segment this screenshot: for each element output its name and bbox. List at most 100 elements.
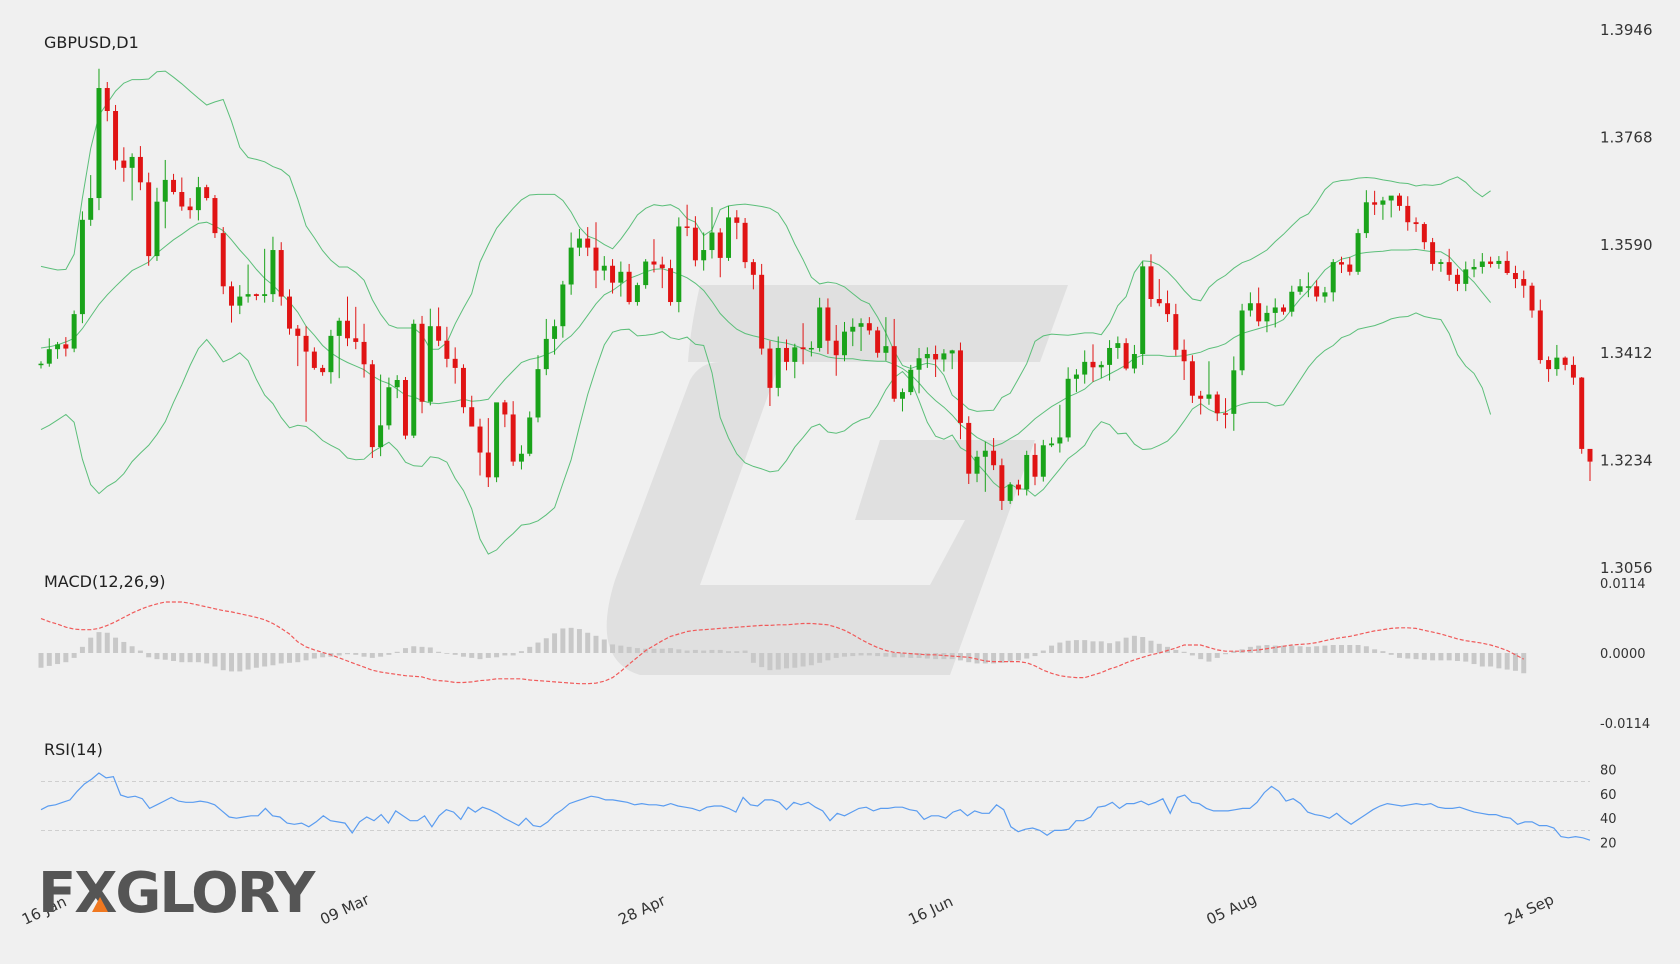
candle-body	[999, 465, 1005, 501]
rsi-axis-tick: 60	[1600, 788, 1617, 803]
candle-body	[668, 268, 674, 303]
macd-histogram-bar	[1330, 645, 1336, 653]
macd-histogram-bar	[402, 648, 408, 653]
candle-body	[386, 387, 392, 426]
macd-histogram-bar	[88, 637, 94, 653]
candle-body	[775, 347, 781, 388]
macd-histogram-bar	[336, 653, 342, 656]
candle-body	[452, 358, 458, 368]
macd-histogram-bar	[726, 651, 732, 653]
macd-histogram-bar	[634, 648, 640, 653]
date-tick-label: 28 Apr	[615, 891, 669, 929]
macd-histogram-bar	[121, 641, 127, 653]
candle-body	[659, 264, 665, 269]
macd-histogram-bar	[552, 633, 558, 653]
candle-body	[1405, 205, 1411, 223]
macd-histogram-bar	[1347, 645, 1353, 653]
price-panel-title: GBPUSD,D1	[44, 33, 139, 52]
candle-body	[883, 346, 889, 353]
macd-axis-tick: 0.0114	[1600, 577, 1646, 592]
macd-histogram-bar	[63, 653, 69, 663]
candle-body	[1471, 266, 1477, 270]
price-axis-tick: 1.3768	[1600, 129, 1653, 147]
macd-histogram-bar	[477, 653, 483, 660]
candle-body	[1388, 195, 1394, 201]
macd-histogram-bar	[1363, 646, 1369, 653]
macd-histogram-bar	[1413, 653, 1419, 660]
rsi-panel: 80 60 40 20	[40, 763, 1617, 852]
macd-histogram-bar	[311, 653, 317, 659]
candle-body	[295, 328, 301, 336]
candle-body	[1032, 454, 1038, 477]
candle-body	[833, 340, 839, 356]
macd-histogram-bar	[1438, 653, 1444, 661]
macd-histogram-bar	[162, 653, 168, 660]
candle-body	[1438, 262, 1444, 264]
candle-body	[543, 338, 549, 370]
macd-histogram-bar	[1305, 646, 1311, 653]
candle-body	[88, 198, 94, 220]
macd-histogram-bar	[668, 648, 674, 653]
macd-histogram-bar	[378, 653, 384, 657]
macd-histogram-bar	[1322, 645, 1328, 653]
candle-body	[800, 347, 806, 350]
macd-histogram-bar	[104, 632, 110, 653]
candle-body	[626, 271, 632, 303]
candle-body	[825, 307, 831, 341]
macd-histogram-bar	[1339, 645, 1344, 653]
candle-body	[750, 262, 756, 275]
candle-body	[444, 340, 450, 359]
candle-body	[436, 326, 442, 341]
candle-body	[527, 417, 533, 454]
candle-body	[568, 247, 574, 285]
candle-body	[1115, 343, 1121, 348]
macd-histogram-bar	[71, 653, 77, 658]
macd-histogram-bar	[38, 653, 44, 668]
macd-histogram-bar	[510, 653, 516, 656]
candle-body	[1587, 448, 1593, 462]
macd-histogram-bar	[924, 653, 930, 659]
macd-histogram-bar	[1107, 643, 1113, 653]
macd-histogram-bar	[1214, 653, 1220, 658]
candle-body	[311, 351, 317, 368]
candle-body	[1496, 260, 1502, 264]
candle-body	[1546, 360, 1552, 370]
macd-histogram-bar	[1173, 649, 1179, 653]
macd-histogram-bar	[1388, 653, 1394, 655]
macd-histogram-bar	[287, 653, 292, 663]
macd-histogram-bar	[1463, 653, 1469, 662]
candle-body	[1281, 307, 1286, 312]
macd-histogram-bar	[875, 653, 881, 657]
candle-body	[676, 226, 682, 303]
macd-histogram-bar	[369, 653, 375, 658]
macd-histogram-bar	[626, 646, 632, 653]
candle-body	[1040, 445, 1046, 477]
candle-body	[1512, 273, 1518, 280]
macd-histogram-bar	[187, 653, 193, 663]
candle-body	[378, 425, 384, 448]
candle-body	[361, 341, 367, 365]
candle-body	[477, 426, 483, 453]
candle-body	[1413, 222, 1419, 225]
candle-body	[1554, 357, 1560, 370]
macd-histogram-bar	[833, 653, 839, 658]
macd-histogram-bar	[229, 653, 235, 672]
macd-histogram-bar	[535, 642, 541, 653]
candle-body	[187, 206, 193, 211]
macd-histogram-bar	[113, 637, 119, 653]
macd-histogram-bar	[1479, 653, 1485, 667]
macd-histogram-bar	[386, 653, 392, 655]
candle-body	[991, 450, 997, 466]
candle-body	[1421, 224, 1427, 243]
macd-histogram-bar	[494, 653, 500, 658]
candle-body	[966, 422, 972, 474]
candle-body	[1454, 274, 1460, 284]
candle-body	[1223, 413, 1229, 415]
macd-histogram-bar	[759, 653, 765, 668]
candle-body	[129, 156, 135, 168]
macd-histogram-bar	[585, 632, 591, 653]
candle-body	[1090, 361, 1096, 368]
macd-histogram-bar	[866, 653, 872, 656]
candle-body	[709, 232, 715, 251]
candle-body	[1330, 262, 1336, 293]
